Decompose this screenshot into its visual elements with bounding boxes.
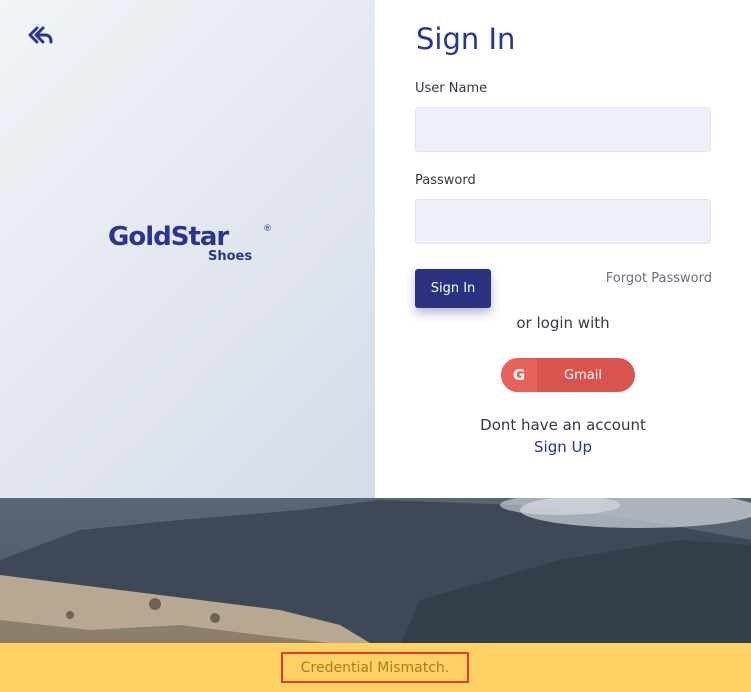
registered-mark: ® (263, 224, 272, 234)
username-field[interactable] (415, 107, 711, 152)
brand-name: GoldStar (108, 222, 229, 252)
gmail-button-label: Gmail (564, 367, 602, 383)
signup-link[interactable]: Sign Up (375, 438, 751, 456)
page-title: Sign In (416, 22, 516, 56)
brand-subtitle: Shoes (208, 249, 253, 264)
password-label: Password (415, 173, 476, 188)
no-account-text: Dont have an account (480, 416, 646, 434)
back-button[interactable] (28, 25, 54, 47)
reply-all-icon (28, 26, 53, 44)
gmail-login-button[interactable]: G Gmail (501, 358, 635, 392)
password-field[interactable] (415, 199, 711, 244)
alert-message: Credential Mismatch. (300, 659, 450, 676)
signin-button[interactable]: Sign In (415, 269, 491, 308)
google-icon: G (501, 358, 537, 392)
alert-message-box: Credential Mismatch. (281, 652, 469, 683)
alt-login-text: or login with (516, 314, 610, 332)
signin-form-panel: Sign In User Name Password Sign In Forgo… (375, 0, 751, 498)
brand-panel: GoldStar ® Shoes (0, 0, 375, 498)
forgot-password-link[interactable]: Forgot Password (606, 271, 712, 286)
username-label: User Name (415, 81, 488, 96)
alert-bar: Credential Mismatch. (0, 643, 751, 692)
brand-logo: GoldStar ® Shoes (108, 222, 278, 272)
